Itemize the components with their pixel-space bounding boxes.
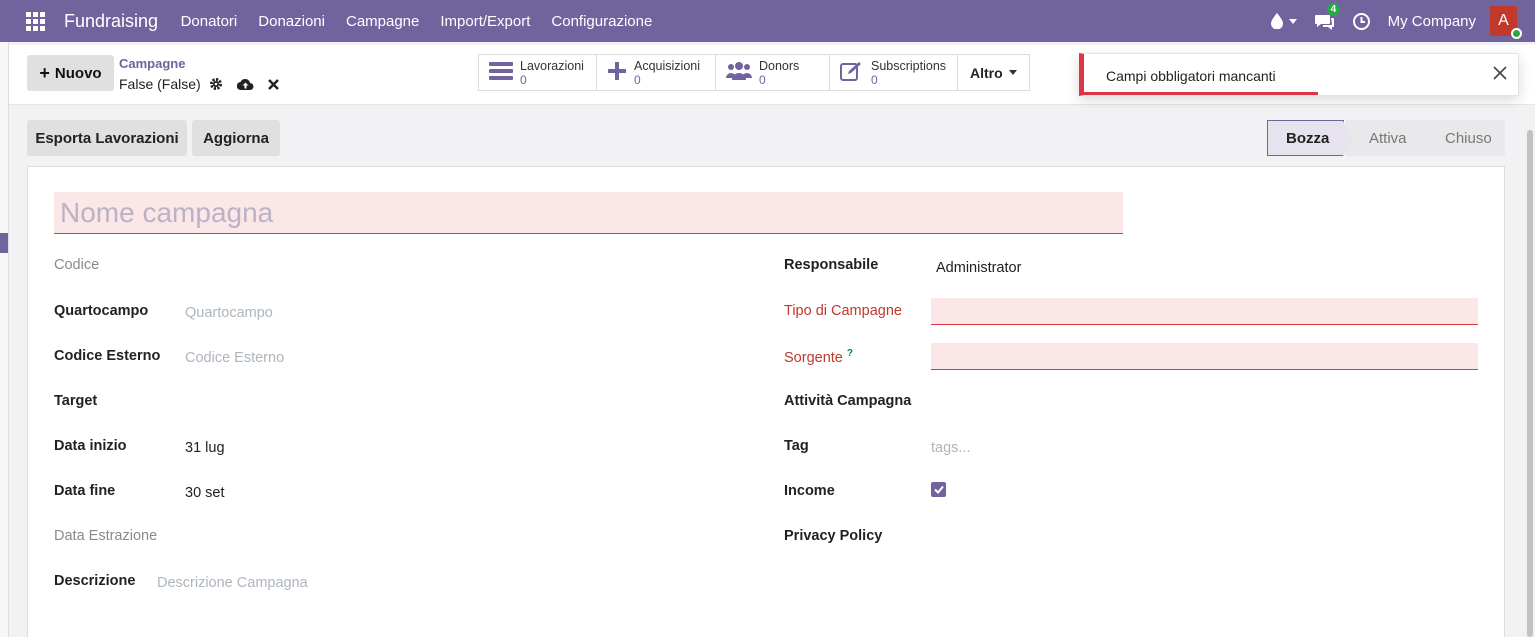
apps-grid-icon[interactable] xyxy=(16,0,54,42)
vertical-scrollbar[interactable] xyxy=(1525,110,1535,637)
smart-button-subscriptions[interactable]: Subscriptions 0 xyxy=(830,55,958,90)
list-icon xyxy=(489,61,513,84)
label-codice: Codice xyxy=(54,257,100,273)
smart-count: 0 xyxy=(634,72,641,87)
smart-count: 0 xyxy=(871,72,878,87)
menu-donazioni[interactable]: Donazioni xyxy=(248,13,336,30)
smart-count: 0 xyxy=(520,72,527,87)
smart-button-donors[interactable]: Donors 0 xyxy=(716,55,830,90)
toast-notification: Campi obbligatori mancanti xyxy=(1079,53,1519,96)
help-icon[interactable]: ? xyxy=(847,348,853,359)
new-button-label: Nuovo xyxy=(54,64,102,82)
label-target: Target xyxy=(54,393,98,409)
data-inizio-field[interactable]: 31 lug xyxy=(185,440,225,456)
company-switcher[interactable]: My Company xyxy=(1388,13,1476,30)
stage-bozza[interactable]: Bozza xyxy=(1267,120,1353,157)
stage-attiva[interactable]: Attiva xyxy=(1344,120,1430,156)
top-navbar: Fundraising Donatori Donazioni Campagne … xyxy=(0,0,1535,42)
user-avatar[interactable]: A xyxy=(1490,6,1522,39)
export-lavorazioni-button[interactable]: Esporta Lavorazioni xyxy=(27,120,187,156)
responsabile-field[interactable]: Administrator xyxy=(936,260,1021,276)
users-icon xyxy=(726,61,752,84)
new-button[interactable]: + Nuovo xyxy=(27,55,114,91)
chevron-down-icon xyxy=(1008,70,1017,75)
label-responsabile: Responsabile xyxy=(784,257,879,273)
plus-icon: + xyxy=(39,63,50,83)
label-privacy-policy: Privacy Policy xyxy=(784,528,883,544)
record-title-row: False (False) xyxy=(119,76,279,92)
menu-donatori[interactable]: Donatori xyxy=(170,13,248,30)
smart-label: Lavorazioni xyxy=(520,58,584,73)
label-descrizione: Descrizione xyxy=(54,573,136,589)
toast-progress-bar xyxy=(1084,92,1319,95)
descrizione-input[interactable]: Descrizione Campagna xyxy=(157,575,308,591)
menu-import-export[interactable]: Import/Export xyxy=(430,13,541,30)
label-attivita-campagna: Attività Campagna xyxy=(784,393,912,409)
label-tag: Tag xyxy=(784,438,809,454)
plus-icon xyxy=(607,61,627,84)
menu-campagne[interactable]: Campagne xyxy=(335,13,429,30)
codice-esterno-input[interactable]: Codice Esterno xyxy=(185,350,284,366)
record-name: False (False) xyxy=(119,76,201,92)
close-icon[interactable] xyxy=(1492,65,1508,84)
chevron-down-icon xyxy=(1288,18,1297,24)
tags-input[interactable]: tags... xyxy=(931,440,971,456)
smart-count: 0 xyxy=(759,72,766,87)
menu-configurazione[interactable]: Configurazione xyxy=(541,13,663,30)
smart-label: Subscriptions xyxy=(871,58,947,73)
drop-icon[interactable] xyxy=(1270,13,1297,29)
more-dropdown[interactable]: Altro xyxy=(958,55,1029,90)
stage-chiuso[interactable]: Chiuso xyxy=(1420,120,1505,156)
tipo-campagne-input[interactable] xyxy=(931,298,1478,325)
campaign-name-input[interactable]: Nome campagna xyxy=(54,192,1123,234)
check-icon xyxy=(933,485,944,494)
avatar-letter: A xyxy=(1498,12,1509,29)
data-fine-field[interactable]: 30 set xyxy=(185,485,225,501)
status-bar: Bozza Attiva Chiuso xyxy=(1267,120,1505,157)
gear-icon[interactable] xyxy=(209,77,223,91)
label-quartocampo: Quartocampo xyxy=(54,303,149,319)
online-status-icon xyxy=(1511,28,1522,39)
smart-label: Donors xyxy=(759,58,800,73)
label-sorgente: Sorgente? xyxy=(784,348,853,366)
breadcrumb[interactable]: Campagne xyxy=(119,56,185,71)
label-tipo-campagne: Tipo di Campagne xyxy=(784,303,902,319)
refresh-button[interactable]: Aggiorna xyxy=(192,120,280,156)
label-data-estrazione: Data Estrazione xyxy=(54,528,158,544)
background-bar xyxy=(0,233,8,253)
clock-icon[interactable] xyxy=(1352,12,1370,30)
discard-icon[interactable] xyxy=(267,78,279,90)
sorgente-label-text: Sorgente xyxy=(784,349,843,366)
smart-label: Acquisizioni xyxy=(634,58,701,73)
app-brand[interactable]: Fundraising xyxy=(64,11,158,32)
chat-icon[interactable]: 4 xyxy=(1314,2,1341,30)
more-label: Altro xyxy=(970,64,1003,81)
scrollbar-thumb[interactable] xyxy=(1527,130,1533,637)
edit-icon xyxy=(840,61,864,84)
smart-button-acquisizioni[interactable]: Acquisizioni 0 xyxy=(597,55,716,90)
label-data-inizio: Data inizio xyxy=(54,438,127,454)
smart-buttons: Lavorazioni 0 Acquisizioni 0 Donors 0 Subsc… xyxy=(478,54,1030,91)
chat-badge: 4 xyxy=(1326,2,1341,16)
cloud-upload-icon[interactable] xyxy=(236,78,254,91)
quartocampo-input[interactable]: Quartocampo xyxy=(185,305,273,321)
toast-message: Campi obbligatori mancanti xyxy=(1106,68,1276,84)
label-data-fine: Data fine xyxy=(54,483,116,499)
form-sheet: Nome campagna Codice Quartocampo Quartoc… xyxy=(27,166,1505,637)
background-window-edge xyxy=(0,42,9,637)
sorgente-input[interactable] xyxy=(931,343,1478,370)
income-checkbox[interactable] xyxy=(931,482,946,497)
label-codice-esterno: Codice Esterno xyxy=(54,348,161,364)
label-income: Income xyxy=(784,483,835,499)
smart-button-lavorazioni[interactable]: Lavorazioni 0 xyxy=(479,55,597,90)
